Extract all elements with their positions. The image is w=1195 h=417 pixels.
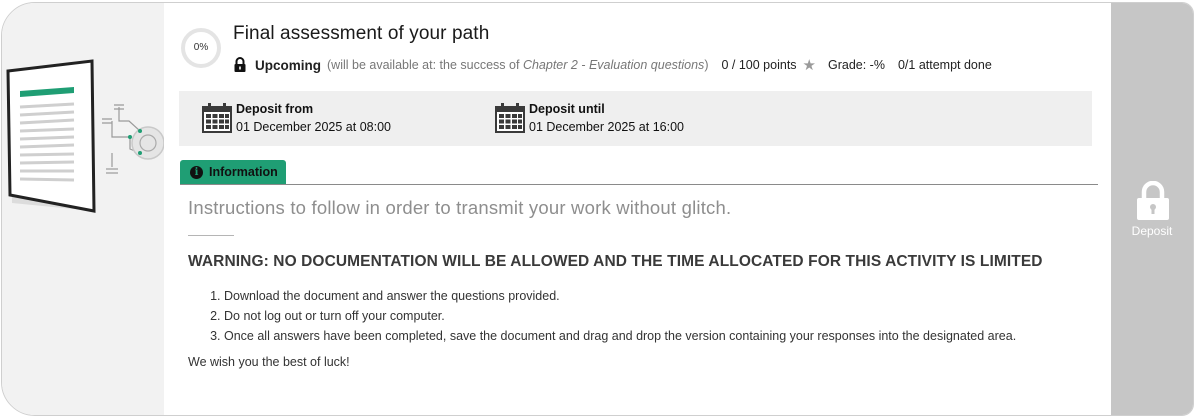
lock-icon [234, 57, 246, 72]
tab-information[interactable]: i Information [180, 160, 286, 184]
deposit-dates-bar: Deposit from 01 December 2025 at 08:00 D… [179, 91, 1092, 146]
star-icon: ★ [802, 57, 816, 74]
warning-text: WARNING: NO DOCUMENTATION WILL BE ALLOWE… [188, 253, 1043, 270]
progress-value: 0% [193, 42, 209, 53]
lock-icon [1137, 181, 1169, 220]
deposit-until: Deposit until 01 December 2025 at 16:00 [494, 101, 684, 136]
deposit-from-value: 01 December 2025 at 08:00 [236, 120, 391, 134]
deposit-from-label: Deposit from [236, 102, 314, 116]
deposit-until-label: Deposit until [529, 102, 605, 116]
status-label: Upcoming [255, 57, 321, 73]
deposit-until-value: 01 December 2025 at 16:00 [529, 120, 684, 134]
deposit-from: Deposit from 01 December 2025 at 08:00 [201, 101, 391, 136]
activity-title: Final assessment of your path [233, 23, 490, 44]
list-item: Once all answers have been completed, sa… [224, 326, 1016, 346]
calendar-icon [202, 103, 232, 133]
calendar-icon [495, 103, 525, 133]
document-illustration-icon [6, 59, 165, 213]
heading-divider [188, 235, 234, 236]
deposit-button-label: Deposit [1131, 224, 1173, 238]
grade-value: Grade: -% [828, 58, 885, 72]
availability-chapter: Chapter 2 - Evaluation questions [522, 58, 705, 72]
activity-status-line: Upcoming (will be available at: the succ… [233, 56, 992, 74]
availability-note: (will be available at: the success of Ch… [327, 58, 708, 72]
availability-suffix: ) [704, 58, 709, 72]
activity-content: 0% Final assessment of your path Upcomin… [164, 3, 1111, 415]
points-value: 0 / 100 points [721, 58, 797, 72]
info-icon: i [190, 165, 203, 179]
attempts-value: 0/1 attempt done [897, 58, 992, 72]
availability-prefix: (will be available at: the success of [327, 58, 523, 72]
instruction-steps: Download the document and answer the que… [188, 286, 1016, 346]
closing-text: We wish you the best of luck! [188, 355, 350, 369]
instructions-heading: Instructions to follow in order to trans… [188, 197, 732, 218]
tab-divider [180, 184, 1098, 185]
activity-card: 0% Final assessment of your path Upcomin… [1, 2, 1194, 416]
list-item: Do not log out or turn off your computer… [224, 306, 1016, 326]
list-item: Download the document and answer the que… [224, 286, 1016, 306]
tab-information-label: Information [209, 165, 278, 179]
activity-illustration-panel [2, 3, 165, 415]
deposit-button[interactable]: Deposit [1111, 3, 1193, 415]
